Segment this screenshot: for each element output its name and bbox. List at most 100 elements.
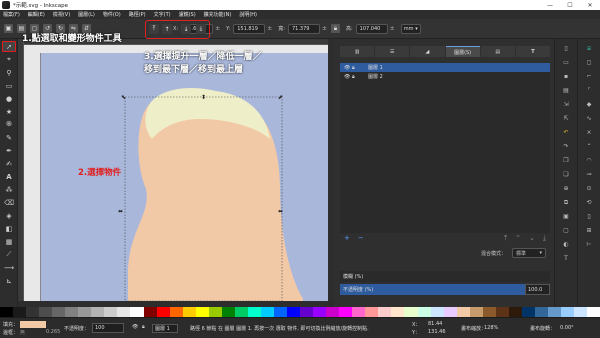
palette-swatch[interactable] — [574, 307, 588, 317]
snap-center-icon[interactable]: ⊙ — [585, 184, 594, 193]
layer-row[interactable]: 👁︎ 🔒︎ 圖層 1 — [340, 63, 550, 72]
handle-left-center[interactable]: ⬌ — [118, 208, 123, 215]
stroke-none-indicator[interactable]: 無 — [20, 329, 25, 336]
palette-swatch[interactable] — [260, 307, 274, 317]
handle-top-center[interactable]: ⬍ — [201, 94, 206, 101]
blend-mode-select[interactable]: 標準 ▾ — [512, 248, 546, 258]
menu-view[interactable]: 檢視(V) — [53, 11, 70, 18]
palette-swatch[interactable] — [430, 307, 444, 317]
snap-rotation-icon[interactable]: ⟲ — [585, 198, 594, 207]
fill-stroke-dialog-icon[interactable]: ◐ — [562, 240, 571, 249]
palette-swatch[interactable] — [495, 307, 509, 317]
menu-filters[interactable]: 濾鏡(S) — [179, 11, 196, 18]
zoom-fit-icon[interactable]: ⊕ — [562, 184, 571, 193]
raise-button[interactable]: ↑ — [162, 24, 172, 34]
snap-page-icon[interactable]: ▯ — [585, 212, 594, 221]
eraser-tool[interactable]: ⌫ — [2, 197, 16, 208]
star-tool[interactable]: ★ — [2, 106, 16, 117]
zoom-input[interactable]: 128% — [484, 325, 498, 331]
tab-xml[interactable]: ▤ — [480, 46, 515, 57]
handle-top-right[interactable]: ⬈ — [278, 94, 283, 101]
palette-swatch[interactable] — [91, 307, 105, 317]
handle-right-center[interactable]: ⬌ — [278, 208, 283, 215]
calligraphy-tool[interactable]: ✍ — [2, 158, 16, 169]
palette-swatch[interactable] — [117, 307, 131, 317]
canvas-area[interactable]: ⬉ ⬈ ⬍ ⬌ ⬌ — [18, 39, 328, 301]
mesh-tool[interactable]: ▦ — [2, 236, 16, 247]
palette-swatch[interactable] — [182, 307, 196, 317]
menu-object[interactable]: 物件(O) — [103, 11, 121, 18]
tab-transform[interactable]: ◢ — [410, 46, 445, 57]
spray-tool[interactable]: ⁂ — [2, 184, 16, 195]
menu-help[interactable]: 說明(H) — [239, 11, 257, 18]
connector-tool[interactable]: ⟶ — [2, 262, 16, 273]
measure-tool[interactable]: ⊾ — [2, 275, 16, 286]
palette-swatch[interactable] — [234, 307, 248, 317]
palette-swatch[interactable] — [456, 307, 470, 317]
menu-extensions[interactable]: 擴充功能(N) — [204, 11, 232, 18]
tab-layers[interactable]: 圖層(S) — [445, 46, 480, 57]
palette-swatch[interactable] — [156, 307, 170, 317]
rect-tool[interactable]: ▭ — [2, 80, 16, 91]
open-icon[interactable]: ▭ — [562, 58, 571, 67]
palette-swatch[interactable] — [417, 307, 431, 317]
lock-icon[interactable]: 🔒︎ — [352, 65, 360, 71]
stroke-width[interactable]: 0.265 — [46, 329, 60, 335]
palette-swatch[interactable] — [339, 307, 353, 317]
palette-swatch[interactable] — [482, 307, 496, 317]
palette-swatch[interactable] — [352, 307, 366, 317]
snap-intersection-icon[interactable]: ⨯ — [585, 128, 594, 137]
save-icon[interactable]: ▪ — [562, 72, 571, 81]
undo-icon[interactable]: ↶ — [562, 128, 571, 137]
opacity-input[interactable]: 100 — [92, 323, 124, 333]
add-layer-button[interactable]: + — [344, 234, 350, 242]
x-stepper[interactable]: ± — [215, 25, 220, 32]
y-stepper[interactable]: ± — [267, 25, 272, 32]
raise-to-top-button[interactable]: ⤒ — [149, 24, 159, 34]
snap-bbox-corner-icon[interactable]: ⌜ — [585, 86, 594, 95]
move-down-icon[interactable]: ⌄ — [529, 234, 535, 242]
unit-select[interactable]: mm ▾ — [400, 23, 421, 34]
menu-layer[interactable]: 圖層(L) — [78, 11, 95, 18]
export-icon[interactable]: ⇱ — [562, 114, 571, 123]
palette-swatch[interactable] — [587, 307, 600, 317]
maximize-button[interactable]: ☐ — [560, 0, 580, 10]
snap-cusp-icon[interactable]: ⌃ — [585, 142, 594, 151]
palette-swatch[interactable] — [365, 307, 379, 317]
y-input[interactable]: 151.819 — [233, 23, 266, 34]
tab-text[interactable]: T — [515, 46, 551, 57]
snap-nodes-icon[interactable]: ◆ — [585, 100, 594, 109]
palette-swatch[interactable] — [208, 307, 222, 317]
snap-grid-icon[interactable]: ⊞ — [585, 226, 594, 235]
palette-swatch[interactable] — [13, 307, 27, 317]
layer-select[interactable]: 圖層 1 — [152, 324, 178, 333]
text-dialog-icon[interactable]: T — [562, 254, 571, 263]
opacity-row[interactable]: 不透明度 (%) 100.0 — [340, 284, 550, 295]
redo-icon[interactable]: ↷ — [562, 142, 571, 151]
palette-swatch[interactable] — [547, 307, 562, 317]
palette-swatch[interactable] — [247, 307, 261, 317]
palette-swatch[interactable] — [561, 307, 575, 317]
menu-edit[interactable]: 編輯(E) — [28, 11, 45, 18]
node-tool[interactable]: ⌖ — [2, 54, 16, 65]
move-up-icon[interactable]: ⌃ — [515, 234, 521, 242]
palette-swatch[interactable] — [313, 307, 327, 317]
w-stepper[interactable]: ± — [322, 25, 327, 32]
palette-swatch[interactable] — [0, 307, 14, 317]
copy-icon[interactable]: ❐ — [562, 156, 571, 165]
palette-swatch[interactable] — [143, 307, 157, 317]
palette-swatch[interactable] — [195, 307, 209, 317]
import-icon[interactable]: ⇲ — [562, 100, 571, 109]
palette-swatch[interactable] — [130, 307, 144, 317]
palette-swatch[interactable] — [378, 307, 392, 317]
eye-icon[interactable]: 👁︎ — [344, 74, 352, 80]
palette-swatch[interactable] — [169, 307, 183, 317]
palette-swatch[interactable] — [508, 307, 522, 317]
snap-bbox-edge-icon[interactable]: ⌐ — [585, 72, 594, 81]
palette-swatch[interactable] — [52, 307, 66, 317]
palette-swatch[interactable] — [65, 307, 79, 317]
group-icon[interactable]: ▣ — [562, 212, 571, 221]
ellipse-tool[interactable]: ● — [2, 93, 16, 104]
dropper-tool[interactable]: ⟋ — [2, 249, 16, 260]
minimize-button[interactable]: — — [540, 0, 560, 10]
